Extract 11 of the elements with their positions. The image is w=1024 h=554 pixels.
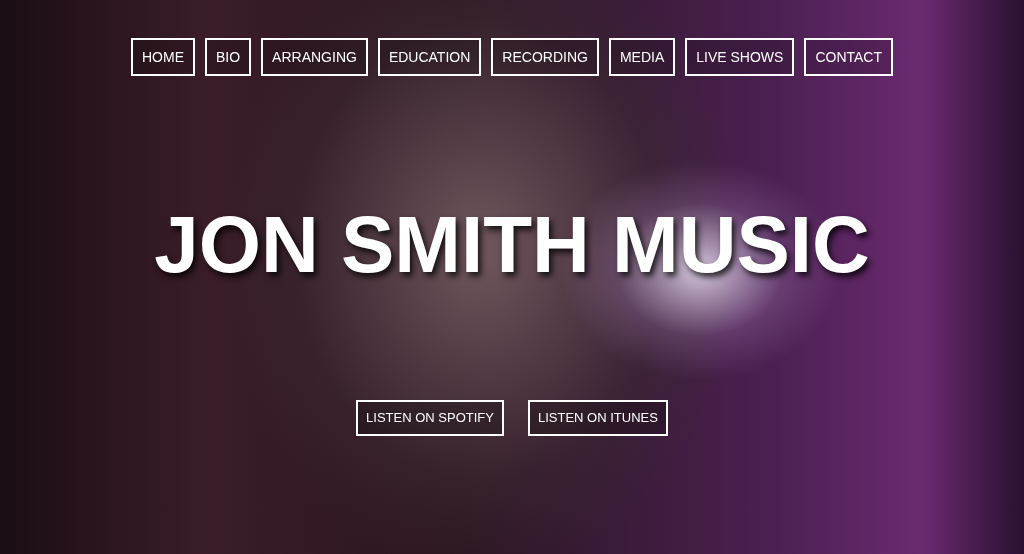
listen-button[interactable]: LISTEN ON ITUNES <box>527 400 668 436</box>
nav-link[interactable]: CONTACT <box>804 38 893 76</box>
nav-link[interactable]: BIO <box>205 38 252 76</box>
nav-link[interactable]: ARRANGING <box>261 38 368 76</box>
nav-link[interactable]: LIVE SHOWS <box>685 38 795 76</box>
listen-button[interactable]: LISTEN ON SPOTIFY <box>356 400 504 436</box>
site-title: JON SMITH MUSIC <box>154 200 870 290</box>
nav-link[interactable]: MEDIA <box>608 38 676 76</box>
nav-link[interactable]: RECORDING <box>491 38 599 76</box>
nav-link[interactable]: EDUCATION <box>377 38 482 76</box>
nav-link[interactable]: HOME <box>131 38 195 76</box>
